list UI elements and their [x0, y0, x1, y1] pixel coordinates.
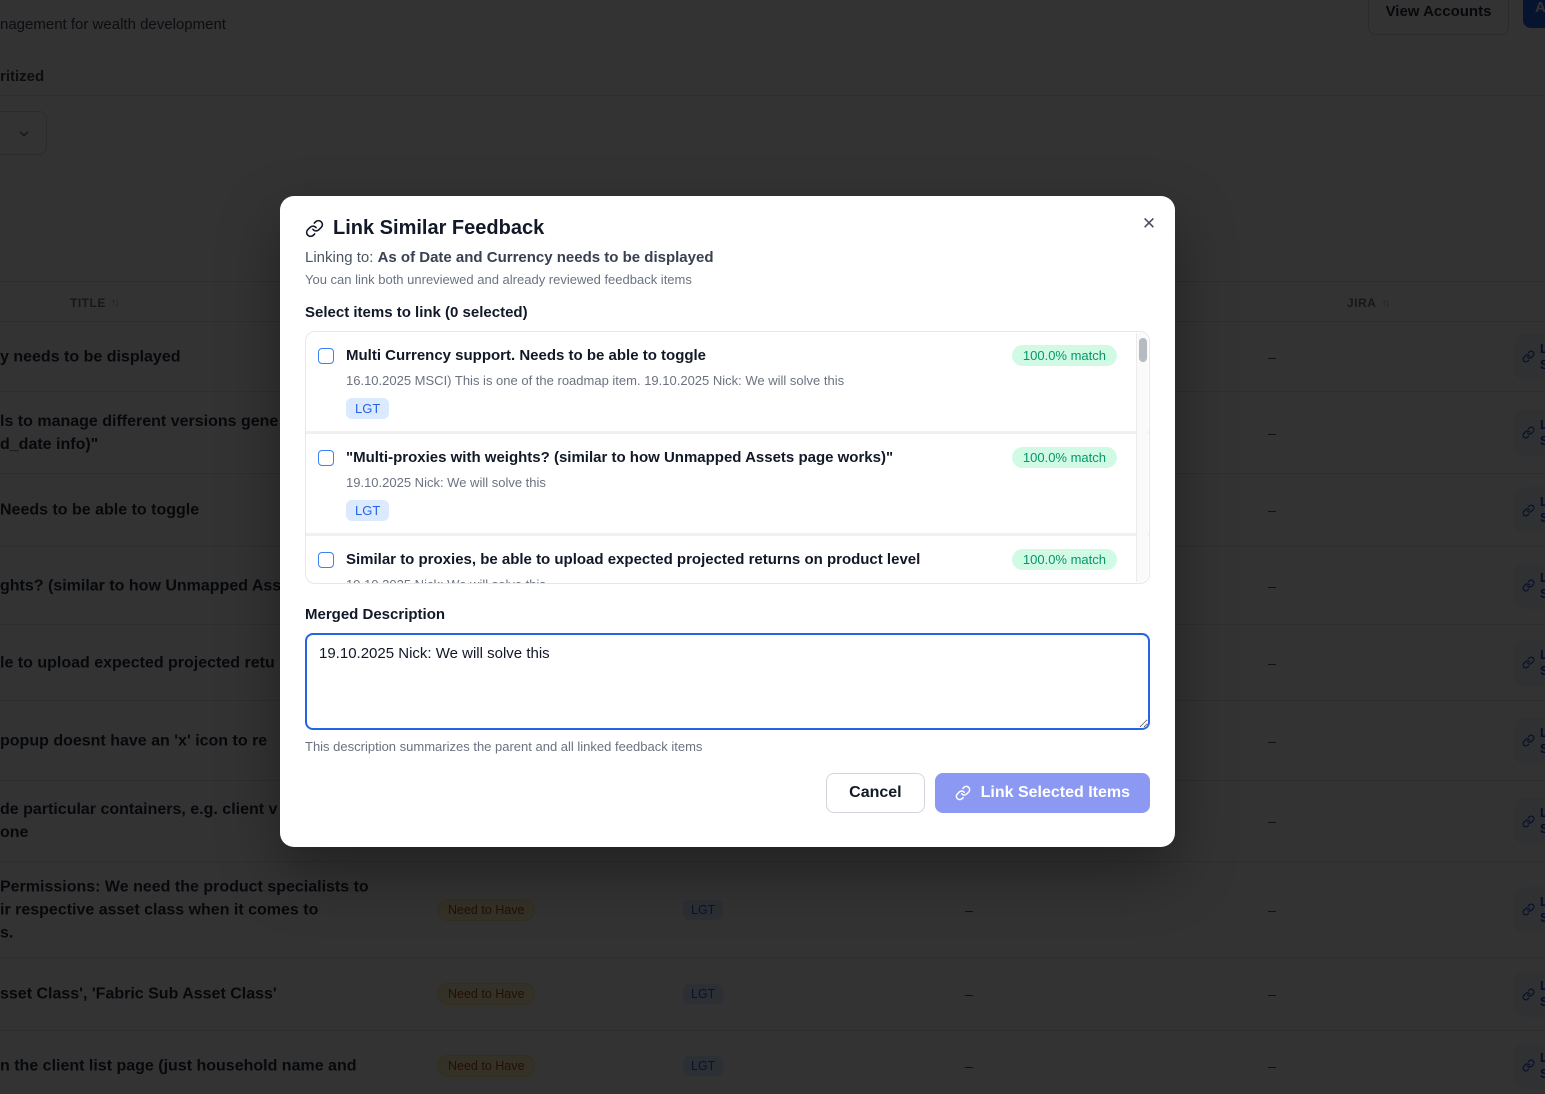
similar-feedback-item: Multi Currency support. Needs to be able… [306, 332, 1149, 434]
item-title: "Multi-proxies with weights? (similar to… [346, 449, 1000, 466]
merged-description-textarea[interactable]: 19.10.2025 Nick: We will solve this [305, 633, 1150, 730]
item-head: Similar to proxies, be able to upload ex… [318, 549, 1117, 570]
item-head: Multi Currency support. Needs to be able… [318, 345, 1117, 366]
linking-to-label: Linking to: [305, 249, 373, 266]
match-badge: 100.0% match [1012, 447, 1117, 468]
similar-items-container: Multi Currency support. Needs to be able… [306, 332, 1149, 584]
item-checkbox[interactable] [318, 450, 334, 466]
link-similar-feedback-modal: ✕ Link Similar Feedback Linking to: As o… [280, 196, 1175, 847]
select-items-label: Select items to link (0 selected) [305, 304, 1150, 321]
merged-description-help: This description summarizes the parent a… [305, 739, 1150, 754]
match-badge: 100.0% match [1012, 549, 1117, 570]
similar-feedback-item: "Multi-proxies with weights? (similar to… [306, 434, 1149, 536]
item-description: 19.10.2025 Nick: We will solve this [346, 475, 1117, 490]
modal-footer: Cancel Link Selected Items [305, 773, 1150, 813]
modal-header: Link Similar Feedback [305, 217, 1150, 240]
item-title: Similar to proxies, be able to upload ex… [346, 551, 1000, 568]
scrollbar-thumb[interactable] [1139, 338, 1147, 362]
link-icon [305, 219, 324, 238]
item-description: 16.10.2025 MSCI) This is one of the road… [346, 373, 1117, 388]
item-title: Multi Currency support. Needs to be able… [346, 347, 1000, 364]
similar-feedback-item: Similar to proxies, be able to upload ex… [306, 536, 1149, 584]
modal-subtext: You can link both unreviewed and already… [305, 272, 1150, 287]
team-badge: LGT [346, 500, 389, 521]
item-checkbox[interactable] [318, 552, 334, 568]
close-icon[interactable]: ✕ [1133, 208, 1165, 240]
link-selected-items-label: Link Selected Items [981, 784, 1130, 802]
scrollbar-track[interactable] [1136, 333, 1148, 582]
link-selected-items-button[interactable]: Link Selected Items [935, 773, 1150, 813]
link-icon [955, 785, 971, 801]
item-head: "Multi-proxies with weights? (similar to… [318, 447, 1117, 468]
team-badge: LGT [346, 398, 389, 419]
cancel-button[interactable]: Cancel [826, 773, 924, 813]
linking-to-value: As of Date and Currency needs to be disp… [378, 249, 714, 266]
match-badge: 100.0% match [1012, 345, 1117, 366]
merged-description-label: Merged Description [305, 606, 1150, 623]
similar-items-list: Multi Currency support. Needs to be able… [305, 331, 1150, 584]
item-description: 19.10.2025 Nick: We will solve this [346, 577, 1117, 584]
linking-to-line: Linking to: As of Date and Currency need… [305, 249, 1150, 266]
modal-title: Link Similar Feedback [333, 217, 544, 240]
item-checkbox[interactable] [318, 348, 334, 364]
